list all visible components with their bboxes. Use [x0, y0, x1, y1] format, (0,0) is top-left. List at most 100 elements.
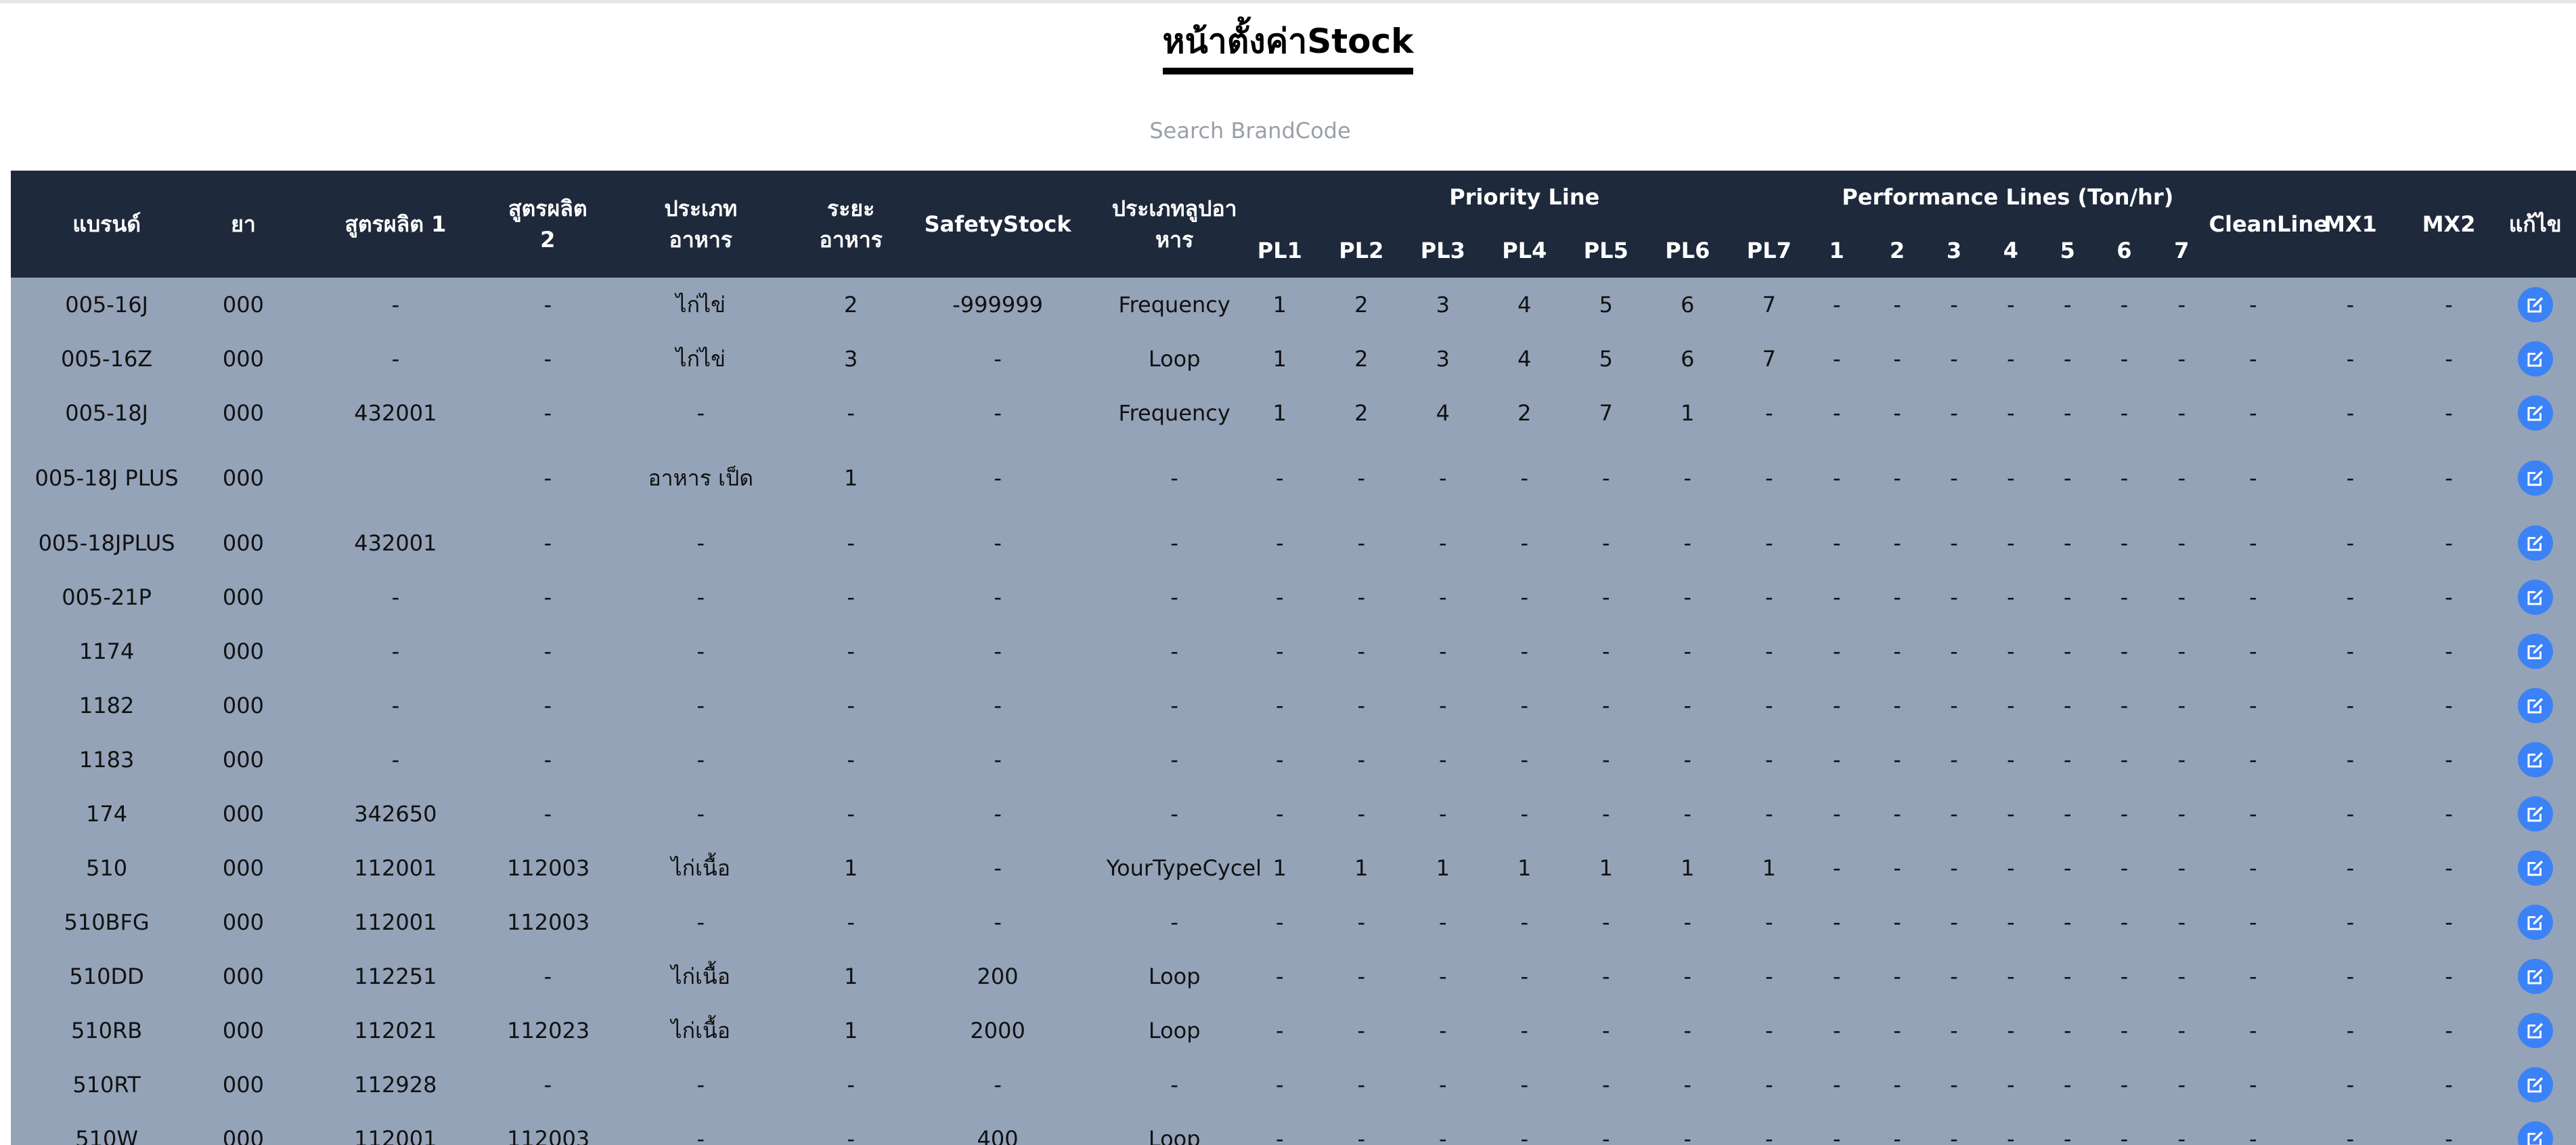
- cell-perf-2: -: [1893, 1018, 1901, 1043]
- cell-edit: [2494, 570, 2576, 624]
- col-pl2: PL2: [1317, 223, 1406, 278]
- cell-pl4: -: [1520, 530, 1529, 556]
- cell-perf-5: -: [2063, 1072, 2072, 1098]
- edit-button[interactable]: [2517, 1121, 2553, 1145]
- cell-safety-stock: -: [994, 400, 1002, 426]
- cell-perf-4: -: [2007, 292, 2015, 318]
- cell-perf-2: -: [1893, 400, 1901, 426]
- edit-button[interactable]: [2517, 850, 2553, 886]
- cell-perf-6: -: [2120, 1072, 2129, 1098]
- cell-mx1: -: [2346, 801, 2355, 827]
- edit-button[interactable]: [2517, 525, 2553, 561]
- table-row: 510BFG 000 112001 112003 - - - - - - - - - - - - - - - - - - -…: [11, 895, 2576, 949]
- cell-perf-5: -: [2063, 1018, 2072, 1043]
- cell-perf-4: -: [2007, 909, 2015, 935]
- cell-clean-line: -: [2249, 693, 2257, 718]
- edit-button[interactable]: [2517, 742, 2553, 777]
- cell-perf-2: -: [1893, 584, 1901, 610]
- cell-mx1: -: [2346, 1018, 2355, 1043]
- col-formula1: สูตรผลิต 1: [284, 171, 508, 278]
- cell-perf-6: -: [2120, 964, 2129, 989]
- cell-cycle-type: Frequency: [1118, 292, 1230, 318]
- edit-button[interactable]: [2517, 905, 2553, 940]
- edit-icon: [2527, 1131, 2543, 1145]
- cell-perf-7: -: [2177, 1018, 2186, 1043]
- cell-pl2: -: [1357, 1126, 1366, 1145]
- edit-button[interactable]: [2517, 796, 2553, 831]
- edit-button[interactable]: [2517, 395, 2553, 431]
- cell-pl7: -: [1765, 584, 1773, 610]
- cell-pl6: 6: [1681, 292, 1695, 318]
- cell-formula2: -: [543, 465, 552, 491]
- cell-clean-line: -: [2249, 1126, 2257, 1145]
- cell-pl5: -: [1602, 1072, 1610, 1098]
- cell-formula2: -: [543, 400, 552, 426]
- cell-brand: 005-18JPLUS: [38, 530, 175, 556]
- cell-brand: 174: [86, 801, 128, 827]
- cell-formula2: -: [543, 801, 552, 827]
- cell-feed-type: อาหาร เป็ด: [648, 465, 754, 491]
- cell-pl4: 2: [1517, 400, 1532, 426]
- cell-pl7: -: [1765, 400, 1773, 426]
- edit-button[interactable]: [2517, 1013, 2553, 1048]
- cell-mx2: -: [2445, 346, 2453, 372]
- col-perf-6: 6: [2093, 223, 2155, 278]
- search-input[interactable]: [1124, 108, 1377, 153]
- cell-perf-1: -: [1833, 964, 1841, 989]
- cell-pl1: -: [1276, 909, 1284, 935]
- cell-pl1: -: [1276, 639, 1284, 664]
- cell-pl5: -: [1602, 584, 1610, 610]
- edit-button[interactable]: [2517, 634, 2553, 669]
- cell-perf-1: -: [1833, 855, 1841, 881]
- cell-drug: 000: [222, 639, 264, 664]
- edit-button[interactable]: [2517, 580, 2553, 615]
- cell-perf-6: -: [2120, 400, 2129, 426]
- edit-button[interactable]: [2517, 341, 2553, 376]
- cell-clean-line: -: [2249, 801, 2257, 827]
- cell-pl3: -: [1439, 693, 1447, 718]
- cell-mx1: -: [2346, 747, 2355, 773]
- cell-cycle-type: -: [1170, 530, 1178, 556]
- cell-pl2: 2: [1354, 346, 1369, 372]
- cell-perf-3: -: [1950, 909, 1958, 935]
- cell-perf-7: -: [2177, 292, 2186, 318]
- cell-perf-3: -: [1950, 1072, 1958, 1098]
- cell-perf-6: -: [2120, 346, 2129, 372]
- edit-button[interactable]: [2517, 688, 2553, 723]
- cell-pl7: -: [1765, 747, 1773, 773]
- cell-cycle-type: -: [1170, 693, 1178, 718]
- cell-perf-1: -: [1833, 693, 1841, 718]
- cell-pl7: -: [1765, 801, 1773, 827]
- cell-drug: 000: [222, 584, 264, 610]
- table-row: 1182 000 - - - - - - - - - - - - - - - - - - - - - - -: [11, 678, 2576, 733]
- table-header: แบรนด์ ยา สูตรผลิต 1 สูตรผลิต 2 ประเภทอา…: [11, 171, 2576, 278]
- cell-drug: 000: [222, 855, 264, 881]
- edit-button[interactable]: [2517, 959, 2553, 994]
- edit-icon: [2527, 643, 2543, 660]
- cell-pl3: 3: [1436, 292, 1450, 318]
- cell-pl4: -: [1520, 639, 1529, 664]
- edit-button[interactable]: [2517, 460, 2553, 496]
- cell-feed-stage: 2: [844, 292, 858, 318]
- cell-pl3: -: [1439, 639, 1447, 664]
- cell-perf-2: -: [1893, 693, 1901, 718]
- cell-perf-6: -: [2120, 465, 2129, 491]
- cell-perf-3: -: [1950, 1126, 1958, 1145]
- cell-feed-stage: -: [847, 639, 855, 664]
- cell-perf-1: -: [1833, 400, 1841, 426]
- cell-perf-4: -: [2007, 346, 2015, 372]
- cell-cycle-type: -: [1170, 584, 1178, 610]
- col-perf-2: 2: [1867, 223, 1928, 278]
- cell-feed-type: -: [696, 400, 705, 426]
- cell-formula2: -: [543, 292, 552, 318]
- edit-button[interactable]: [2517, 1067, 2553, 1102]
- cell-clean-line: -: [2249, 465, 2257, 491]
- cell-pl6: -: [1683, 530, 1692, 556]
- cell-feed-stage: 1: [844, 855, 858, 881]
- cell-pl1: -: [1276, 530, 1284, 556]
- table-row: 005-18JPLUS 000 432001 - - - - - - - - - - - - - - - - - - - -…: [11, 516, 2576, 570]
- edit-button[interactable]: [2517, 287, 2553, 322]
- cell-perf-5: -: [2063, 747, 2072, 773]
- cell-perf-1: -: [1833, 1072, 1841, 1098]
- cell-pl6: 6: [1681, 346, 1695, 372]
